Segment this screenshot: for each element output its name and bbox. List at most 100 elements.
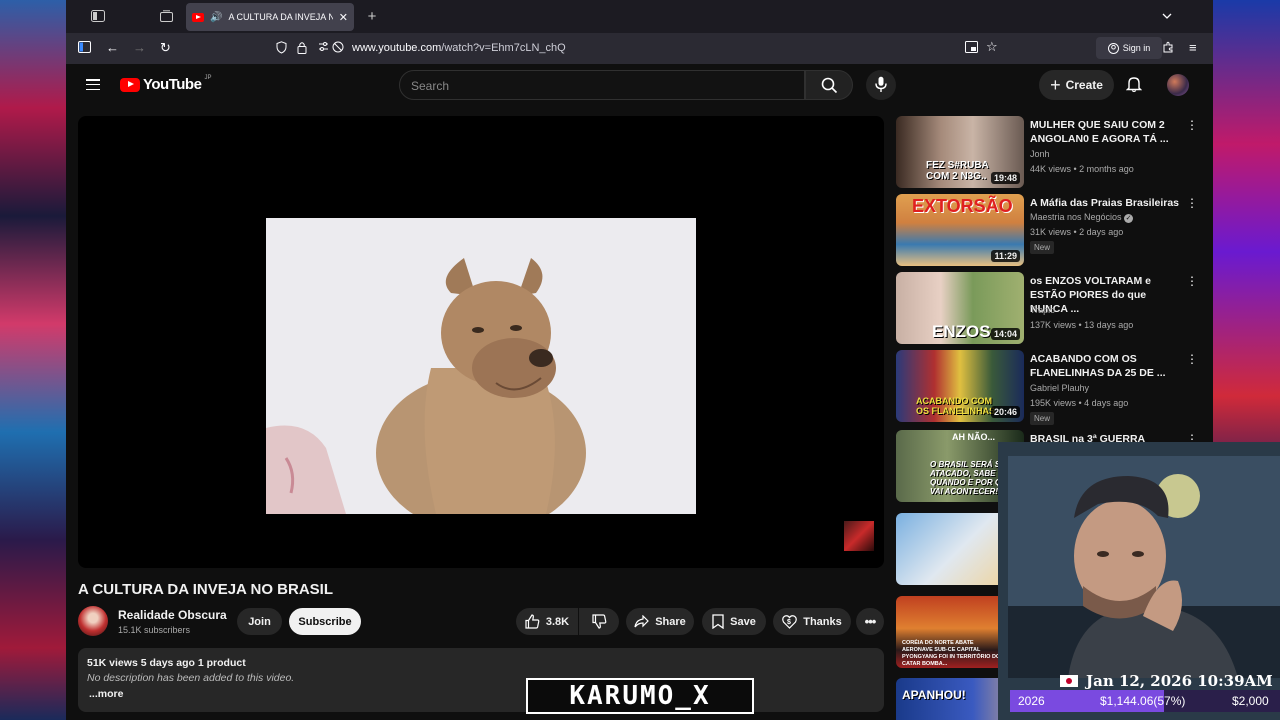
verified-badge-icon: ✓ — [1124, 214, 1134, 223]
recommendation-title: A Máfia das Praias Brasileiras — [1030, 197, 1180, 209]
new-badge: New — [1030, 412, 1055, 425]
webcam-overlay: Jan 12, 2026 10:39AM 2026 $1,144.06(57%)… — [998, 442, 1280, 720]
extensions-icon[interactable] — [1162, 41, 1174, 56]
lock-icon[interactable] — [297, 41, 307, 57]
share-button[interactable]: Share — [626, 608, 694, 635]
tab-list-icon[interactable] — [158, 6, 174, 26]
permissions-icon[interactable] — [318, 41, 329, 55]
dog-image — [266, 218, 696, 514]
video-title: A CULTURA DA INVEJA NO BRASIL — [78, 581, 333, 598]
channel-watermark-thumbnail[interactable] — [844, 521, 874, 551]
speaker-icon[interactable]: 🔊 — [210, 12, 222, 23]
channel-avatar[interactable] — [78, 606, 108, 636]
recommendation-item[interactable]: FEZ S#RUBA COM 2 N3G.. 19:48 MULHER QUE … — [896, 116, 1198, 188]
shield-icon[interactable] — [276, 41, 287, 57]
recommendation-item[interactable]: ACABANDO COM OS FLANELINHAS 20:46 ACABAN… — [896, 350, 1198, 425]
more-vertical-icon[interactable]: ⋮ — [1186, 196, 1198, 210]
sign-in-label: Sign in — [1122, 43, 1151, 53]
thumbnail-caption: CORÉIA DO NORTE ABATE AERONAVE SUB-CE CA… — [902, 640, 1001, 667]
stream-datetime: Jan 12, 2026 10:39AM — [1086, 672, 1273, 690]
chevron-down-icon[interactable] — [1159, 6, 1175, 26]
goal-amount: $1,144.06(57%) — [1100, 694, 1186, 708]
close-tab-icon[interactable]: ✕ — [339, 11, 348, 24]
new-badge: New — [1030, 241, 1055, 254]
save-bookmark-icon — [712, 614, 724, 629]
streamer-watermark-logo: KARUMO_X — [526, 678, 754, 714]
recommendation-channel-wrap: Maestria nos Negócios ✓ — [1030, 212, 1134, 223]
search-button[interactable] — [805, 70, 853, 100]
search-icon — [821, 77, 838, 94]
tab-title: A CULTURA DA INVEJA NO — [228, 12, 333, 22]
subscriber-count: 15.1K subscribers — [118, 625, 191, 635]
save-button[interactable]: Save — [702, 608, 766, 635]
more-horizontal-icon: ••• — [864, 614, 877, 629]
more-actions-button[interactable]: ••• — [856, 608, 884, 635]
logo-country-code: JP — [204, 74, 212, 81]
create-label: Create — [1065, 78, 1103, 92]
tab-bar: 🔊 A CULTURA DA INVEJA NO ✕ + — [66, 0, 1213, 33]
join-label: Join — [248, 615, 271, 628]
app-menu-icon[interactable]: ≡ — [1189, 41, 1197, 55]
svg-text:$: $ — [787, 619, 791, 626]
sidebar-icon[interactable] — [90, 6, 106, 26]
youtube-favicon-icon — [192, 12, 204, 22]
recommendation-channel: Maestria nos Negócios — [1030, 212, 1122, 222]
sign-in-button[interactable]: Sign in — [1096, 37, 1162, 59]
video-duration: 19:48 — [990, 172, 1020, 184]
dislike-button[interactable] — [579, 608, 619, 635]
thumbnail-caption: EXTORSÃO — [912, 196, 1013, 216]
thanks-label: Thanks — [803, 615, 842, 628]
sidebar-toggle-icon[interactable] — [78, 41, 91, 56]
recommendation-thumbnail[interactable]: ACABANDO COM OS FLANELINHAS 20:46 — [896, 350, 1024, 422]
recommendation-stats: 137K views • 13 days ago — [1030, 320, 1134, 330]
tab-youtube-video[interactable]: 🔊 A CULTURA DA INVEJA NO ✕ — [186, 3, 354, 31]
more-vertical-icon[interactable]: ⋮ — [1186, 118, 1198, 132]
recommendation-channel: Gabriel Plauhy — [1030, 383, 1090, 393]
description-box[interactable]: 51K views 5 days ago 1 product No descri… — [78, 648, 884, 712]
join-button[interactable]: Join — [237, 608, 282, 635]
bookmark-star-icon[interactable]: ☆ — [986, 40, 998, 54]
thanks-button[interactable]: $ Thanks — [773, 608, 851, 635]
japan-flag-icon — [1060, 675, 1078, 687]
search-placeholder: Search — [411, 79, 450, 93]
youtube-logo[interactable]: YouTube JP — [120, 74, 212, 93]
new-tab-icon[interactable]: + — [364, 6, 380, 26]
guide-menu-icon[interactable] — [86, 79, 100, 91]
reload-icon[interactable]: ↻ — [160, 41, 171, 55]
donation-goal-bar: 2026 $1,144.06(57%) $2,000 — [1010, 690, 1280, 712]
thumbnail-caption: FEZ S#RUBA COM 2 N3G.. — [926, 160, 989, 182]
channel-name[interactable]: Realidade Obscura — [118, 608, 227, 622]
forward-arrow-icon[interactable]: → — [133, 41, 146, 55]
thanks-heart-dollar-icon: $ — [782, 615, 798, 629]
more-vertical-icon[interactable]: ⋮ — [1186, 274, 1198, 288]
autoplay-blocked-icon[interactable] — [332, 41, 344, 56]
recommendation-title: MULHER QUE SAIU COM 2 ANGOLAN0 E AGORA T… — [1030, 119, 1169, 145]
recommendation-thumbnail[interactable]: EXTORSÃO 11:29 — [896, 194, 1024, 266]
create-button[interactable]: + Create — [1039, 70, 1114, 100]
user-avatar[interactable] — [1167, 74, 1189, 96]
webcam-feed — [1008, 456, 1280, 678]
video-duration: 11:29 — [991, 250, 1020, 262]
description-more-link[interactable]: ...more — [89, 688, 123, 700]
video-player[interactable] — [78, 116, 884, 568]
subscribe-button[interactable]: Subscribe — [289, 608, 361, 635]
navigation-toolbar: ← → ↻ www.youtube.com/watch?v=Ehm7cLN_ch… — [66, 33, 1213, 64]
youtube-play-logo-icon — [120, 77, 140, 92]
back-arrow-icon[interactable]: ← — [106, 41, 119, 55]
url-bar[interactable]: www.youtube.com/watch?v=Ehm7cLN_chQ ☆ — [266, 37, 1006, 60]
thumbnail-caption: ACABANDO COM OS FLANELINHAS — [916, 396, 996, 416]
like-button[interactable]: 3.8K — [516, 608, 578, 635]
picture-in-picture-icon[interactable] — [965, 41, 978, 56]
recommendation-thumbnail[interactable]: FEZ S#RUBA COM 2 N3G.. 19:48 — [896, 116, 1024, 188]
recommendation-thumbnail[interactable]: ENZOS 14:04 — [896, 272, 1024, 344]
search-input[interactable]: Search — [399, 70, 805, 100]
logo-text: YouTube — [143, 76, 202, 93]
recommendation-item[interactable]: ENZOS 14:04 os ENZOS VOLTARAM e ESTÃO PI… — [896, 272, 1198, 344]
voice-search-button[interactable] — [866, 70, 896, 100]
notifications-bell-icon[interactable] — [1126, 75, 1142, 93]
description-text: No description has been added to this vi… — [87, 672, 295, 684]
recommendation-item[interactable]: EXTORSÃO 11:29 A Máfia das Praias Brasil… — [896, 194, 1198, 266]
share-label: Share — [655, 615, 686, 628]
url-text[interactable]: www.youtube.com/watch?v=Ehm7cLN_chQ — [352, 42, 566, 54]
more-vertical-icon[interactable]: ⋮ — [1186, 352, 1198, 366]
